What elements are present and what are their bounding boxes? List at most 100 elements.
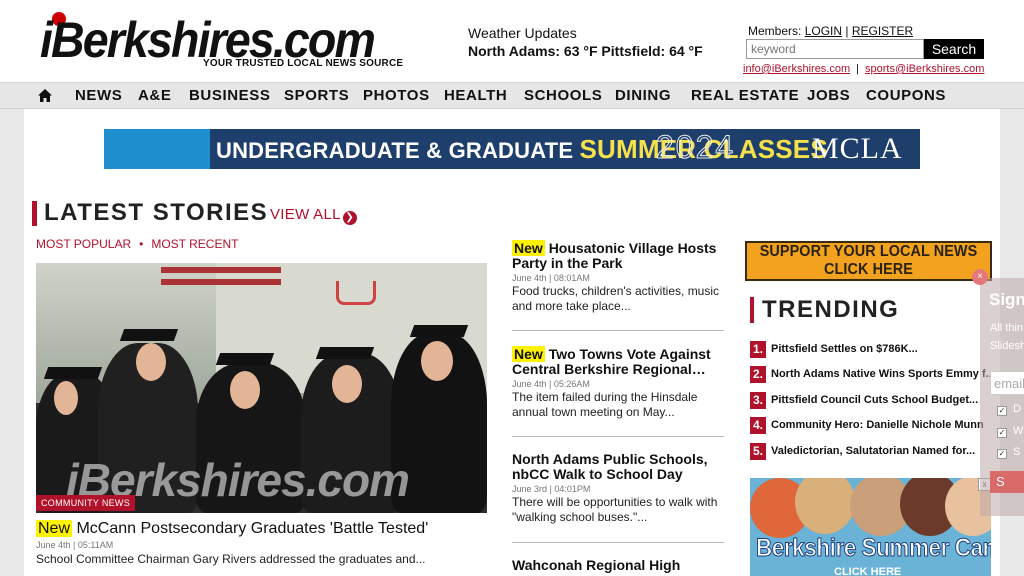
story-date: June 4th | 05:26AM (512, 379, 590, 389)
weather-widget[interactable]: Weather Updates North Adams: 63 °F Pitts… (468, 24, 703, 60)
ad-title: Berkshire Summer Camps (756, 534, 991, 563)
story-item[interactable]: New Housatonic Village Hosts Party in th… (512, 240, 725, 314)
story-summary: There will be opportunities to walk with… (512, 495, 718, 524)
photo-flag-stripe (161, 279, 281, 285)
trending-text: Pittsfield Settles on $786K... (771, 343, 918, 355)
contact-emails: info@iBerkshires.com | sports@iBerkshires.… (743, 63, 984, 75)
nav-ae[interactable]: A&E (138, 87, 171, 104)
view-all-label: VIEW ALL (270, 206, 341, 223)
nav-schools[interactable]: SCHOOLS (524, 87, 602, 104)
home-icon[interactable] (37, 88, 53, 103)
photo-grad-cap (215, 353, 275, 365)
members-label: Members: (748, 24, 802, 38)
trending-rank: 3. (750, 392, 766, 409)
nav-coupons[interactable]: COUPONS (866, 87, 946, 104)
signup-desc-line: All thin (990, 322, 1024, 334)
tab-most-popular[interactable]: MOST POPULAR (36, 237, 131, 251)
story-title: North Adams Public Schools, nbCC Walk to… (512, 451, 708, 482)
photo-grad-cap (315, 347, 375, 359)
story-item[interactable]: Wahconah Regional High (512, 558, 725, 573)
story-item[interactable]: North Adams Public Schools, nbCC Walk to… (512, 452, 725, 525)
nav-news[interactable]: NEWS (75, 87, 122, 104)
photo-grad-cap (43, 367, 103, 379)
search-button[interactable]: Search (924, 39, 984, 59)
photo-grad-cap (119, 329, 179, 341)
photo-face (54, 381, 78, 415)
signup-option-label: S (1013, 446, 1021, 458)
support-line-2: CLICK HERE (824, 261, 913, 278)
weather-temps: North Adams: 63 °F Pittsfield: 64 °F (468, 43, 703, 59)
email-separator: | (856, 63, 860, 75)
nav-sports[interactable]: SPORTS (284, 87, 349, 104)
support-line-1: SUPPORT YOUR LOCAL NEWS (759, 243, 978, 260)
story-item[interactable]: New Two Towns Vote Against Central Berks… (512, 346, 725, 420)
signup-submit-button[interactable]: S (990, 471, 1024, 493)
nav-real-estate[interactable]: REAL ESTATE (691, 87, 799, 104)
nav-photos[interactable]: PHOTOS (363, 87, 430, 104)
view-all-link[interactable]: VIEW ALL ❯ (270, 206, 357, 225)
signup-desc-line: Slidesh (990, 340, 1024, 352)
photo-face (230, 371, 260, 409)
story-date: June 4th | 08:01AM (512, 273, 590, 283)
story-headline: New Two Towns Vote Against Central Berks… (512, 346, 725, 377)
trending-rank: 1. (750, 341, 766, 358)
register-link[interactable]: REGISTER (852, 24, 913, 38)
main-story-summary: School Committee Chairman Gary Rivers ad… (36, 552, 426, 566)
signup-email-input[interactable]: email (990, 371, 1024, 395)
trending-rank: 4. (750, 417, 766, 434)
close-icon[interactable]: × (972, 269, 988, 285)
main-nav: NEWS A&E BUSINESS SPORTS PHOTOS HEALTH S… (0, 82, 1024, 109)
trending-text: Valedictorian, Salutatorian Named for... (771, 445, 976, 457)
checkbox-icon[interactable]: ✓ (997, 406, 1007, 416)
banner-year: 2024 (655, 129, 736, 166)
main-story-date: June 4th | 05:11AM (36, 540, 114, 550)
nav-health[interactable]: HEALTH (444, 87, 507, 104)
nav-business[interactable]: BUSINESS (189, 87, 271, 104)
story-summary: Food trucks, children's activities, musi… (512, 284, 720, 313)
trending-rank: 5. (750, 443, 766, 460)
story-divider (512, 436, 724, 437)
support-local-news-button[interactable]: SUPPORT YOUR LOCAL NEWS CLICK HERE (745, 241, 992, 281)
tagline: YOUR TRUSTED LOCAL NEWS SOURCE (203, 58, 404, 69)
section-accent-bar (32, 201, 37, 226)
email-info-link[interactable]: info@iBerkshires.com (743, 63, 850, 75)
story-divider (512, 542, 724, 543)
story-date: June 3rd | 04:01PM (512, 484, 591, 494)
photo-basketball-hoop (336, 281, 376, 305)
signup-option[interactable]: ✓ S (997, 446, 1024, 460)
signup-option[interactable]: ✓ D (997, 403, 1024, 417)
checkbox-icon[interactable]: ✓ (997, 428, 1007, 438)
main-story-headline[interactable]: New McCann Postsecondary Graduates 'Batt… (36, 520, 428, 538)
banner-brand: MCLA (812, 132, 903, 165)
photo-flag-stripe (161, 267, 281, 273)
site-logo[interactable]: iBerkshires.com YOUR TRUSTED LOCAL NEWS … (40, 12, 403, 70)
category-tag[interactable]: COMMUNITY NEWS (36, 495, 136, 511)
latest-stories-title: LATEST STORIES (44, 199, 269, 226)
weather-title: Weather Updates (468, 25, 577, 41)
mcla-banner-ad[interactable]: UNDERGRADUATE & GRADUATE SUMMER CLASSES … (104, 129, 920, 169)
section-accent-bar (750, 297, 754, 323)
checkbox-icon[interactable]: ✓ (997, 449, 1007, 459)
email-sports-link[interactable]: sports@iBerkshires.com (865, 63, 984, 75)
nav-jobs[interactable]: JOBS (807, 87, 850, 104)
site-header: iBerkshires.com YOUR TRUSTED LOCAL NEWS … (0, 0, 1024, 82)
trending-text: Pittsfield Council Cuts School Budget... (771, 394, 979, 406)
signup-option[interactable]: ✓ W (997, 425, 1024, 439)
story-headline: New Housatonic Village Hosts Party in th… (512, 240, 725, 271)
trending-text: North Adams Native Wins Sports Emmy f... (771, 368, 995, 380)
photo-face (136, 343, 166, 381)
login-link[interactable]: LOGIN (805, 24, 842, 38)
tab-most-recent[interactable]: MOST RECENT (151, 237, 238, 251)
main-story-photo[interactable]: iBerkshires.com (36, 263, 487, 513)
search-input[interactable] (746, 39, 924, 59)
search-form: Search (746, 39, 986, 59)
signup-option-label: W (1013, 425, 1024, 437)
story-divider (512, 330, 724, 331)
story-title: Wahconah Regional High (512, 557, 681, 573)
nav-dining[interactable]: DINING (615, 87, 671, 104)
signup-option-label: D (1013, 403, 1021, 415)
ad-photo-kid (795, 478, 855, 534)
signup-description: All thin Slidesh (990, 319, 1024, 355)
summer-camps-ad[interactable]: Berkshire Summer Camps CLICK HERE (750, 478, 991, 576)
banner-text: UNDERGRADUATE & GRADUATE SUMMER CLASSES (216, 134, 828, 165)
